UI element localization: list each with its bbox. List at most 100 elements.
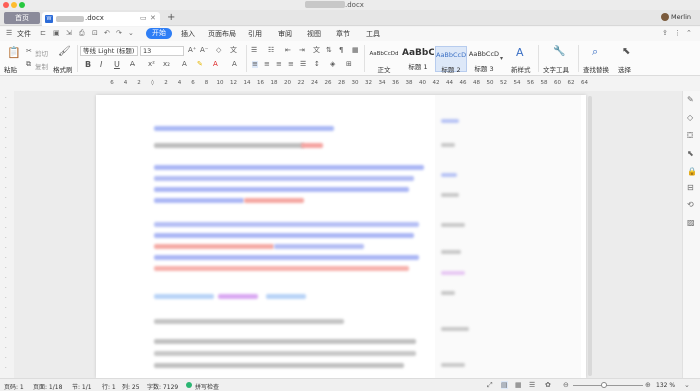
outline-view-icon[interactable]: ☰ bbox=[529, 381, 535, 389]
font-color-icon[interactable]: A bbox=[213, 61, 218, 68]
lock-icon[interactable]: 🔒 bbox=[687, 167, 697, 176]
hamburger-menu-icon[interactable]: ☰ bbox=[6, 29, 12, 37]
align-center-icon[interactable]: ≡ bbox=[264, 61, 270, 68]
status-pages[interactable]: 页面: 1/18 bbox=[33, 382, 62, 391]
status-section[interactable]: 节: 1/1 bbox=[72, 382, 92, 391]
bullet-list-icon[interactable]: ☰ bbox=[251, 47, 257, 54]
align-right-icon[interactable]: ≡ bbox=[276, 61, 282, 68]
text-tools-button[interactable]: 文字工具 bbox=[543, 64, 569, 74]
new-tab-button[interactable]: + bbox=[167, 12, 175, 23]
menu-page-layout[interactable]: 页面布局 bbox=[208, 29, 236, 39]
italic-icon[interactable]: I bbox=[100, 61, 102, 69]
comment-icon[interactable]: ▭ bbox=[140, 14, 147, 22]
strikethrough-icon[interactable]: A̶ bbox=[130, 61, 135, 68]
shrink-font-icon[interactable]: A⁻ bbox=[200, 47, 208, 54]
zoom-slider-handle[interactable] bbox=[601, 382, 607, 388]
char-border-icon[interactable]: A bbox=[232, 61, 237, 68]
print-preview-icon[interactable]: ⊡ bbox=[92, 29, 98, 37]
collapse-ribbon-icon[interactable]: ⌃ bbox=[686, 29, 692, 37]
redo-icon[interactable]: ↷ bbox=[116, 29, 122, 37]
style-heading-1[interactable]: AaBbC 标题 1 bbox=[402, 46, 434, 72]
copy-icon[interactable]: ⧉ bbox=[26, 61, 31, 68]
chinese-layout-icon[interactable]: 文 bbox=[313, 47, 320, 54]
grow-font-icon[interactable]: A⁺ bbox=[188, 47, 196, 54]
bucket-icon[interactable]: ⛋ bbox=[687, 131, 693, 141]
show-marks-icon[interactable]: ¶ bbox=[339, 47, 343, 54]
slideshow-icon[interactable]: ⊟ bbox=[687, 183, 694, 192]
zoom-options-icon[interactable]: ⌄ bbox=[684, 381, 690, 389]
style-normal[interactable]: AaBbCcDd 正文 bbox=[368, 46, 400, 74]
align-left-icon[interactable]: ≡ bbox=[252, 61, 258, 68]
menu-view[interactable]: 视图 bbox=[307, 29, 321, 39]
page-view-icon[interactable]: ▤ bbox=[501, 381, 508, 389]
text-tools-icon[interactable]: 🔧 bbox=[553, 47, 565, 57]
new-style-button[interactable]: 新样式 bbox=[511, 64, 531, 74]
zoom-level[interactable]: 132 % bbox=[656, 382, 675, 389]
style-heading-2[interactable]: AaBbCcDd 标题 2 bbox=[435, 46, 467, 74]
menu-tools[interactable]: 工具 bbox=[366, 29, 380, 39]
share-icon[interactable]: ⇪ bbox=[662, 29, 668, 37]
history-icon[interactable]: ⟲ bbox=[687, 200, 694, 209]
justify-icon[interactable]: ≡ bbox=[288, 61, 294, 68]
image-icon[interactable]: ▨ bbox=[687, 218, 695, 227]
fullscreen-icon[interactable]: ⤢ bbox=[487, 381, 493, 390]
select-cursor-icon[interactable]: ⬉ bbox=[622, 47, 630, 57]
table-icon[interactable]: ▦ bbox=[352, 47, 359, 54]
style-heading-3[interactable]: AaBbCcD 标题 3 bbox=[468, 46, 500, 73]
zoom-slider[interactable] bbox=[573, 385, 643, 386]
pointer-icon[interactable]: ⬉ bbox=[687, 149, 694, 158]
highlight-icon[interactable]: ✎ bbox=[197, 61, 203, 68]
user-name[interactable]: Merlin bbox=[671, 13, 691, 21]
minimize-window-button[interactable] bbox=[11, 2, 17, 8]
menu-insert[interactable]: 插入 bbox=[181, 29, 195, 39]
sort-icon[interactable]: ⇅ bbox=[326, 47, 332, 54]
underline-icon[interactable]: U bbox=[114, 61, 120, 69]
spell-check-icon[interactable] bbox=[186, 382, 192, 388]
horizontal-ruler[interactable]: 6 4 2 ◊ 2 4 6 8 10 12 14 16 18 20 22 24 26 28 30 32 34 36 38 40… bbox=[0, 77, 700, 91]
open-folder-icon[interactable]: ⊏ bbox=[40, 29, 46, 37]
save-icon[interactable]: ▣ bbox=[53, 29, 60, 37]
paste-icon[interactable]: 📋 bbox=[7, 47, 21, 58]
superscript-icon[interactable]: x² bbox=[148, 61, 155, 68]
more-options-icon[interactable]: ⋮ bbox=[674, 29, 681, 37]
phonetic-icon[interactable]: 文 bbox=[230, 47, 237, 54]
undo-icon[interactable]: ↶ bbox=[104, 29, 110, 37]
vertical-ruler[interactable]: - - - - - - - - - - - - - - - - - - - - - - - - - - - - bbox=[2, 95, 12, 375]
select-button[interactable]: 选择 bbox=[618, 64, 631, 74]
format-painter-button[interactable]: 格式刷 bbox=[53, 64, 73, 74]
shapes-icon[interactable]: ◇ bbox=[687, 113, 693, 122]
line-spacing-icon[interactable]: ↕ bbox=[314, 61, 320, 68]
vertical-scrollbar[interactable] bbox=[588, 96, 592, 376]
avatar[interactable] bbox=[661, 13, 669, 21]
edit-pen-icon[interactable]: ✎ bbox=[687, 95, 694, 104]
zoom-in-icon[interactable]: ⊕ bbox=[645, 381, 651, 389]
export-icon[interactable]: ⇲ bbox=[66, 29, 72, 37]
styles-more-icon[interactable]: ▾ bbox=[500, 56, 503, 62]
close-window-button[interactable] bbox=[3, 2, 9, 8]
print-icon[interactable]: ⎙ bbox=[79, 29, 85, 38]
font-name-select[interactable]: 等线 Light (标题) bbox=[80, 46, 138, 56]
bold-icon[interactable]: B bbox=[85, 61, 91, 69]
reading-mode-icon[interactable]: ✿ bbox=[545, 381, 551, 389]
menu-review[interactable]: 审阅 bbox=[278, 29, 292, 39]
tab-document[interactable]: W .docx ▭ ✕ bbox=[42, 12, 160, 26]
shading-icon[interactable]: ◈ bbox=[330, 61, 335, 68]
cut-button[interactable]: 剪切 bbox=[35, 48, 48, 58]
web-view-icon[interactable]: ▦ bbox=[515, 381, 522, 389]
status-page-number[interactable]: 页码: 1 bbox=[4, 382, 24, 391]
clear-format-icon[interactable]: ◇ bbox=[216, 47, 221, 54]
subscript-icon[interactable]: x₂ bbox=[163, 61, 170, 68]
close-tab-icon[interactable]: ✕ bbox=[150, 14, 156, 22]
maximize-window-button[interactable] bbox=[19, 2, 25, 8]
paste-button[interactable]: 粘贴 bbox=[4, 64, 17, 74]
decrease-indent-icon[interactable]: ⇤ bbox=[285, 47, 291, 54]
text-effect-icon[interactable]: A bbox=[182, 61, 187, 68]
cut-icon[interactable]: ✂ bbox=[26, 48, 32, 55]
format-painter-icon[interactable]: 🖌 bbox=[58, 47, 71, 57]
zoom-out-icon[interactable]: ⊖ bbox=[563, 381, 569, 389]
tab-home[interactable]: 首页 bbox=[4, 12, 40, 24]
distribute-icon[interactable]: ☰ bbox=[300, 61, 306, 68]
spell-check-button[interactable]: 拼写检查 bbox=[195, 382, 219, 391]
font-size-select[interactable]: 13 bbox=[140, 46, 184, 56]
increase-indent-icon[interactable]: ⇥ bbox=[299, 47, 305, 54]
